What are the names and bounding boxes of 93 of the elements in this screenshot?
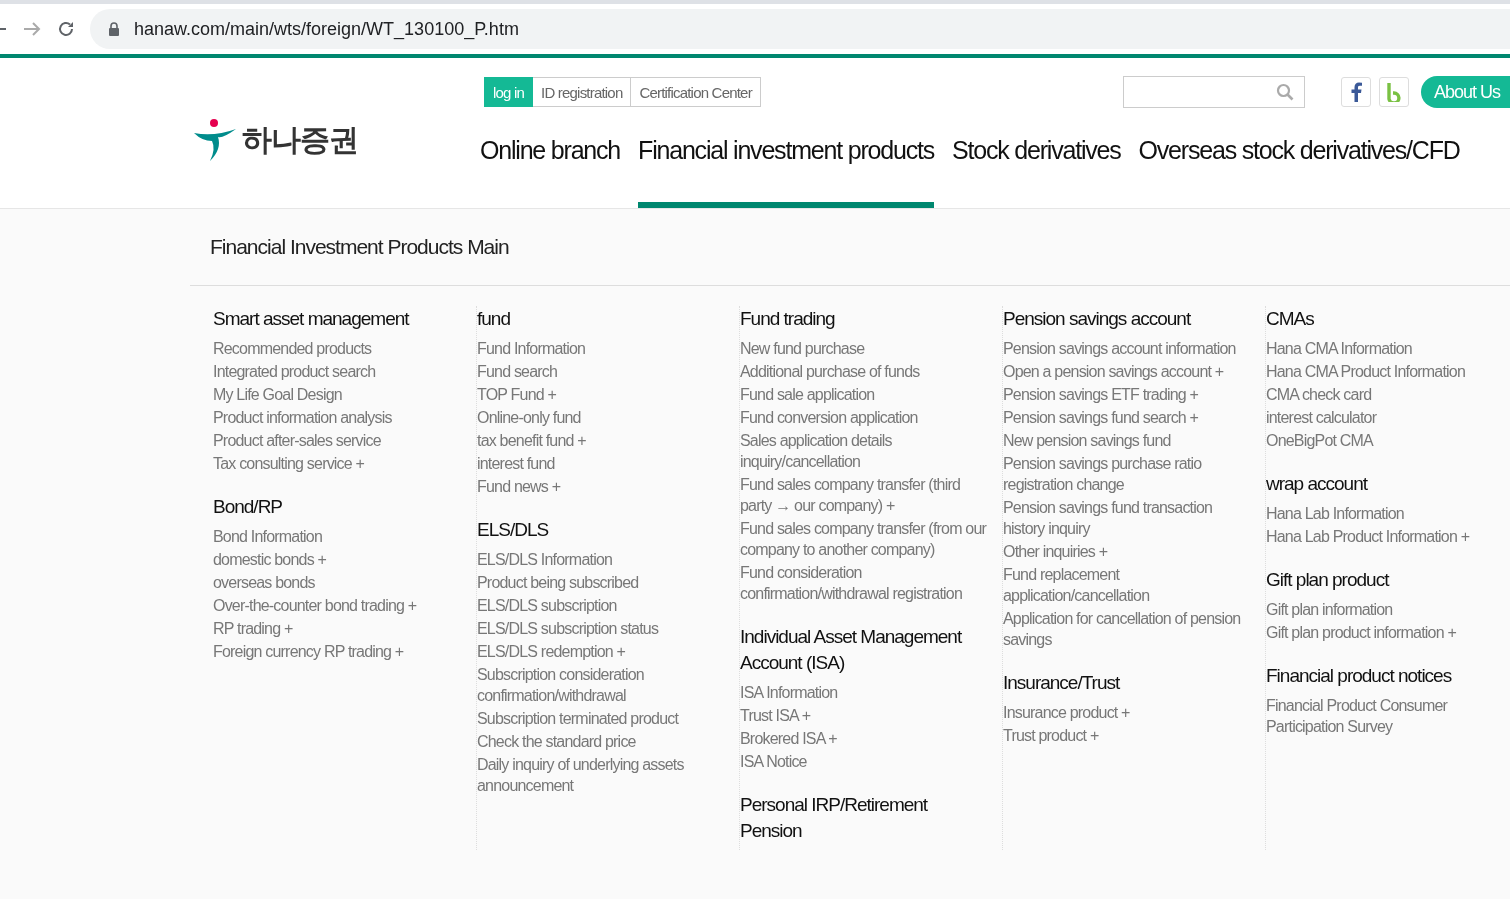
- menu-link[interactable]: Pension savings purchase ratio registration change: [1003, 453, 1254, 495]
- menu-link[interactable]: Daily inquiry of underlying assets announcement: [477, 754, 728, 796]
- section-heading: ELS/DLS: [477, 518, 550, 542]
- section-heading: fund: [477, 307, 511, 331]
- section-heading: Gift plan product: [1266, 568, 1390, 592]
- nav-tab[interactable]: Stock derivatives: [952, 120, 1121, 208]
- menu-link[interactable]: Fund sale application: [740, 384, 991, 405]
- menu-link[interactable]: Pension savings fund transaction history inquiry: [1003, 497, 1254, 539]
- nav-tab[interactable]: Financial investment products: [638, 120, 934, 208]
- menu-link[interactable]: Product after-sales service: [213, 430, 465, 451]
- lock-icon: [108, 22, 120, 36]
- menu-link[interactable]: Fund replacement application/cancellation: [1003, 564, 1254, 606]
- menu-link[interactable]: TOP Fund +: [477, 384, 728, 405]
- menu-link[interactable]: Fund conversion application: [740, 407, 991, 428]
- section-heading: Financial product notices: [1266, 664, 1453, 688]
- menu-link[interactable]: Online-only fund: [477, 407, 728, 428]
- menu-link[interactable]: Brokered ISA +: [740, 728, 991, 749]
- menu-link[interactable]: Check the standard price: [477, 731, 728, 752]
- top-link[interactable]: log in: [484, 77, 534, 107]
- section-heading: Fund trading: [740, 307, 836, 331]
- menu-link[interactable]: Additional purchase of funds: [740, 361, 991, 382]
- section-heading: Bond/RP: [213, 495, 284, 519]
- section-heading: Individual Asset Management Account (ISA): [740, 625, 963, 675]
- menu-link[interactable]: Over-the-counter bond trading +: [213, 595, 465, 616]
- menu-link[interactable]: overseas bonds: [213, 572, 465, 593]
- facebook-icon[interactable]: [1340, 77, 1371, 107]
- menu-link[interactable]: Other inquiries +: [1003, 541, 1254, 562]
- menu-link[interactable]: Hana Lab Product Information +: [1266, 526, 1510, 547]
- menu-link[interactable]: New fund purchase: [740, 338, 991, 359]
- menu-link[interactable]: Fund news +: [477, 476, 728, 497]
- menu-link[interactable]: ELS/DLS Information: [477, 549, 728, 570]
- menu-link[interactable]: Fund Information: [477, 338, 728, 359]
- menu-link[interactable]: Trust product +: [1003, 725, 1254, 746]
- menu-link[interactable]: Pension savings account information: [1003, 338, 1254, 359]
- menu-link[interactable]: Hana CMA Information: [1266, 338, 1510, 359]
- menu-link[interactable]: Sales application details inquiry/cancellation: [740, 430, 991, 472]
- menu-link[interactable]: tax benefit fund +: [477, 430, 728, 451]
- menu-link[interactable]: interest calculator: [1266, 407, 1510, 428]
- menu-link[interactable]: Trust ISA +: [740, 705, 991, 726]
- menu-link[interactable]: Fund sales company transfer (third party → our company) +: [740, 474, 991, 516]
- reload-icon[interactable]: [56, 19, 76, 39]
- section-heading: wrap account: [1266, 472, 1369, 496]
- menu-link[interactable]: Financial Product Consumer Participation Survey: [1266, 695, 1510, 737]
- blog-icon[interactable]: [1378, 77, 1409, 107]
- menu-link[interactable]: ELS/DLS redemption +: [477, 641, 728, 662]
- menu-link[interactable]: ELS/DLS subscription: [477, 595, 728, 616]
- section-heading: Insurance/Trust: [1003, 671, 1121, 695]
- nav-tab[interactable]: Online branch: [480, 120, 621, 208]
- logo-text: 하나증권: [242, 121, 358, 158]
- menu-link[interactable]: Bond Information: [213, 526, 465, 547]
- menu-link[interactable]: OneBigPot CMA: [1266, 430, 1510, 451]
- menu-link[interactable]: Application for cancellation of pension savings: [1003, 608, 1254, 650]
- menu-link[interactable]: Foreign currency RP trading +: [213, 641, 465, 662]
- section-heading: Smart asset management: [213, 307, 411, 331]
- menu-link[interactable]: ISA Information: [740, 682, 991, 703]
- menu-link[interactable]: Pension savings fund search +: [1003, 407, 1254, 428]
- menu-link[interactable]: My Life Goal Design: [213, 384, 465, 405]
- menu-link[interactable]: Subscription consideration confirmation/withdrawal: [477, 664, 728, 706]
- menu-link[interactable]: domestic bonds +: [213, 549, 465, 570]
- menu-link[interactable]: Insurance product +: [1003, 702, 1254, 723]
- menu-link[interactable]: Subscription terminated product: [477, 708, 728, 729]
- menu-link[interactable]: Fund sales company transfer (from our company to another company): [740, 518, 991, 560]
- section-heading: Pension savings account: [1003, 307, 1192, 331]
- menu-link[interactable]: Product information analysis: [213, 407, 465, 428]
- menu-link[interactable]: ELS/DLS subscription status: [477, 618, 728, 639]
- menu-link[interactable]: Product being subscribed: [477, 572, 728, 593]
- menu-link[interactable]: Hana Lab Information: [1266, 503, 1510, 524]
- menu-link[interactable]: interest fund: [477, 453, 728, 474]
- menu-link[interactable]: Tax consulting service +: [213, 453, 465, 474]
- about-us-button[interactable]: About Us: [1420, 76, 1510, 108]
- menu-link[interactable]: Fund consideration confirmation/withdrawal registration: [740, 562, 991, 604]
- page-title: Financial Investment Products Main: [209, 234, 510, 260]
- menu-link[interactable]: Pension savings ETF trading +: [1003, 384, 1254, 405]
- search-icon[interactable]: [1275, 83, 1294, 101]
- menu-link[interactable]: Integrated product search: [213, 361, 465, 382]
- top-link[interactable]: Certification Center: [631, 77, 761, 107]
- menu-link[interactable]: Gift plan information: [1266, 599, 1510, 620]
- menu-link[interactable]: Recommended products: [213, 338, 465, 359]
- section-heading: CMAs: [1266, 307, 1315, 331]
- menu-link[interactable]: ISA Notice: [740, 751, 991, 772]
- nav-tab[interactable]: Overseas stock derivatives/CFD: [1138, 120, 1460, 208]
- url-text: hanaw.com/main/wts/foreign/WT_130100_P.htm: [134, 18, 519, 40]
- menu-link[interactable]: CMA check card: [1266, 384, 1510, 405]
- menu-link[interactable]: Open a pension savings account +: [1003, 361, 1254, 382]
- address-bar[interactable]: hanaw.com/main/wts/foreign/WT_130100_P.htm: [90, 9, 1510, 49]
- top-link[interactable]: ID registration: [533, 77, 632, 107]
- menu-link[interactable]: Gift plan product information +: [1266, 622, 1510, 643]
- menu-link[interactable]: RP trading +: [213, 618, 465, 639]
- menu-link[interactable]: Hana CMA Product Information: [1266, 361, 1510, 382]
- search-field[interactable]: [1122, 76, 1305, 108]
- section-heading: Personal IRP/Retirement Pension: [740, 793, 929, 843]
- menu-link[interactable]: New pension savings fund: [1003, 430, 1254, 451]
- menu-link[interactable]: Fund search: [477, 361, 728, 382]
